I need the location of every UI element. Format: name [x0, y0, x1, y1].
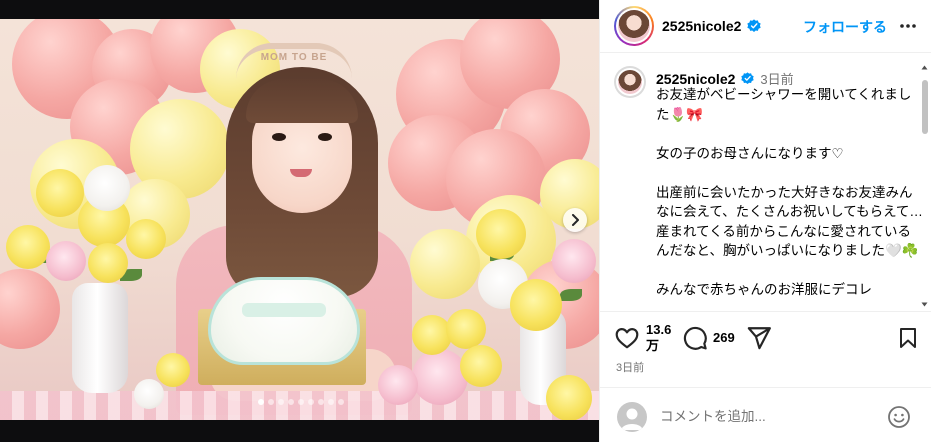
flower	[6, 225, 50, 269]
flower	[446, 309, 486, 349]
caption-area[interactable]: 2525nicole2 3日前 お友達がベビーシャワーを開いてくれました🌷🎀 女…	[600, 54, 931, 310]
flower	[378, 365, 418, 405]
follow-button[interactable]: フォローする	[803, 17, 887, 37]
flower	[546, 375, 592, 420]
balloon	[0, 269, 60, 349]
post-header: 2525nicole2 フォローする	[600, 0, 931, 53]
carousel-dot	[328, 399, 334, 405]
more-horizontal-icon[interactable]	[899, 14, 917, 38]
like-count[interactable]: 13.6 万	[646, 322, 671, 354]
share-icon[interactable]	[746, 325, 772, 351]
carousel-dot	[288, 399, 294, 405]
flower	[36, 169, 84, 217]
comment-input[interactable]	[660, 405, 860, 427]
comment-bar	[600, 387, 931, 442]
viewer-avatar	[617, 402, 647, 432]
caption-scrollbar[interactable]	[921, 64, 928, 308]
carousel-dot	[278, 399, 284, 405]
flower	[476, 209, 526, 259]
eye	[318, 133, 332, 141]
flower	[126, 219, 166, 259]
carousel-dot	[298, 399, 304, 405]
carousel-dot	[308, 399, 314, 405]
carousel-next-button[interactable]	[563, 208, 587, 232]
verified-badge-icon	[741, 72, 755, 85]
leaf	[560, 289, 582, 301]
scroll-up-arrow-icon[interactable]	[921, 64, 928, 71]
flower	[460, 345, 502, 387]
carousel-dot	[268, 399, 274, 405]
carousel-dot	[318, 399, 324, 405]
default-user-icon	[621, 408, 643, 430]
flower	[156, 353, 190, 387]
comment-icon[interactable]	[682, 325, 708, 351]
caption-text: お友達がベビーシャワーを開いてくれました🌷🎀 女の子のお母さんになります♡ 出産…	[656, 87, 923, 297]
cake-plaque	[242, 303, 326, 317]
person-bangs	[246, 79, 358, 123]
post-photo[interactable]: MOM TO BE	[0, 19, 599, 420]
flower	[134, 379, 164, 409]
heart-icon[interactable]	[614, 325, 640, 351]
scrollbar-thumb[interactable]	[922, 80, 928, 134]
flower	[46, 241, 86, 281]
gingham-tablecloth	[0, 391, 599, 420]
flower	[412, 349, 468, 405]
tiara: MOM TO BE	[236, 43, 352, 79]
heart-cake	[208, 277, 360, 365]
balloon	[410, 229, 480, 299]
carousel-indicator	[258, 399, 344, 405]
caption-avatar[interactable]	[614, 66, 646, 98]
post-media-pane: MOM TO BE	[0, 0, 599, 442]
flower	[88, 243, 128, 283]
header-username[interactable]: 2525nicole2	[662, 18, 741, 34]
eye	[272, 133, 286, 141]
action-bar: 13.6 万 269 3日前	[600, 311, 931, 377]
scroll-down-arrow-icon[interactable]	[921, 301, 928, 308]
comment-count[interactable]: 269	[713, 330, 735, 346]
vase	[72, 283, 128, 393]
flower	[552, 239, 596, 283]
post-timestamp[interactable]: 3日前	[616, 359, 644, 375]
carousel-dot	[338, 399, 344, 405]
chevron-right-icon	[572, 214, 579, 226]
bookmark-icon[interactable]	[896, 325, 920, 351]
post-details-pane: 2525nicole2 フォローする 2525nicole2 3日前 お友達がベ…	[599, 0, 931, 442]
emoji-icon[interactable]	[887, 405, 911, 429]
header-avatar[interactable]	[614, 6, 654, 46]
verified-badge-icon	[747, 19, 761, 32]
flower	[84, 165, 130, 211]
flower	[510, 279, 562, 331]
carousel-dot	[258, 399, 264, 405]
